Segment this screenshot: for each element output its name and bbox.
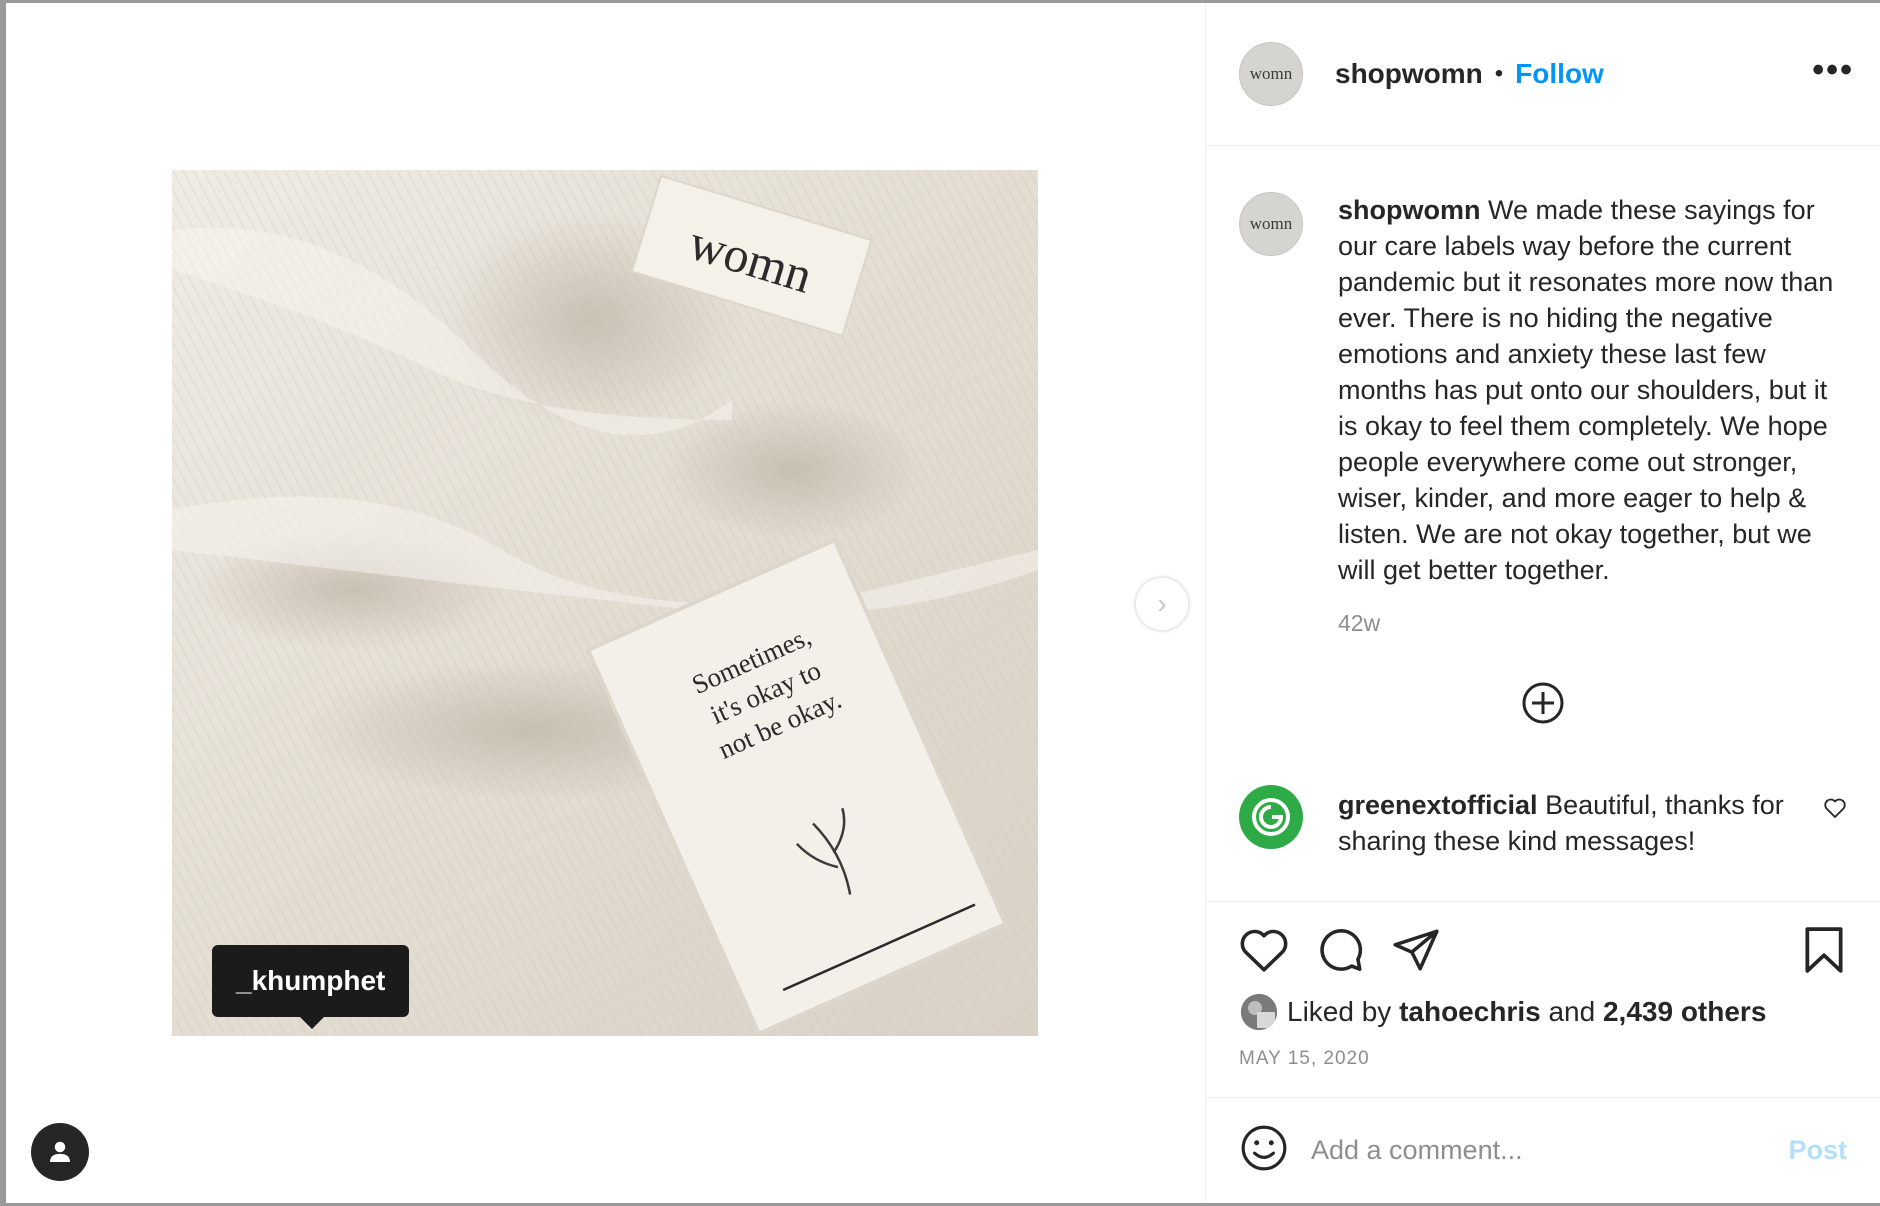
- comment-icon: [1320, 929, 1363, 971]
- comment-box: Post: [1206, 1097, 1880, 1203]
- comments-area[interactable]: womn shopwomn We made these sayings for …: [1206, 146, 1880, 901]
- post-modal: womn Sometimes, it's okay to not be okay…: [6, 3, 1880, 1203]
- more-options-icon[interactable]: •••: [1812, 53, 1854, 95]
- comment-like-button[interactable]: [1823, 797, 1847, 824]
- first-liker[interactable]: tahoechris: [1399, 996, 1541, 1028]
- user-tag-bubble[interactable]: _khumphet: [212, 945, 410, 1029]
- heart-icon: [1824, 798, 1846, 818]
- like-button[interactable]: [1239, 927, 1289, 973]
- comment-username[interactable]: greenextofficial: [1338, 790, 1538, 820]
- post-date[interactable]: MAY 15, 2020: [1239, 1048, 1847, 1070]
- caption-text: shopwomn We made these sayings for our c…: [1338, 192, 1847, 588]
- commenter-avatar[interactable]: [1239, 785, 1303, 849]
- greenext-logo-icon: [1252, 798, 1290, 836]
- plus-circle-icon: [1522, 682, 1564, 724]
- follow-button[interactable]: Follow: [1515, 58, 1604, 90]
- comment-text: greenextofficial Beautiful, thanks for s…: [1338, 787, 1818, 859]
- photo-illustration: womn Sometimes, it's okay to not be okay…: [172, 170, 1038, 1036]
- comments-clip-edge: [1206, 881, 1880, 901]
- emoji-icon: [1241, 1125, 1287, 1171]
- post-actions: Liked by tahoechris and 2,439 others MAY…: [1206, 901, 1880, 1097]
- chevron-right-icon: ›: [1157, 588, 1167, 619]
- liker-photo: [1241, 994, 1277, 1030]
- next-photo-button[interactable]: ›: [1136, 578, 1188, 630]
- bookmark-icon: [1805, 927, 1843, 973]
- caption-avatar[interactable]: womn: [1239, 192, 1303, 256]
- author-avatar[interactable]: womn: [1239, 42, 1303, 106]
- comment-input[interactable]: [1311, 1135, 1789, 1166]
- post-header: womn shopwomn • Follow •••: [1206, 3, 1880, 146]
- comment-item: greenextofficial Beautiful, thanks for s…: [1239, 785, 1847, 859]
- caption-username[interactable]: shopwomn: [1338, 195, 1481, 225]
- emoji-button[interactable]: [1239, 1123, 1289, 1178]
- share-icon: [1393, 929, 1439, 971]
- liker-avatar[interactable]: [1239, 992, 1279, 1032]
- caption-body: We made these sayings for our care label…: [1338, 195, 1834, 585]
- likes-others[interactable]: 2,439 others: [1603, 996, 1766, 1028]
- load-more-comments[interactable]: [1239, 679, 1847, 727]
- comment-button[interactable]: [1315, 925, 1365, 975]
- header-separator: •: [1494, 60, 1504, 87]
- post-photo[interactable]: womn Sometimes, it's okay to not be okay…: [172, 170, 1038, 1036]
- relative-timestamp[interactable]: 42w: [1338, 610, 1847, 637]
- heart-icon: [1240, 929, 1288, 972]
- user-tags-button[interactable]: [31, 1123, 89, 1181]
- likes-prefix: Liked by: [1287, 996, 1392, 1027]
- post-side-pane: womn shopwomn • Follow ••• womn shopwomn…: [1206, 3, 1880, 1203]
- caption-avatar-text: womn: [1249, 214, 1293, 233]
- media-pane: womn Sometimes, it's okay to not be okay…: [6, 3, 1206, 1203]
- likes-summary: Liked by tahoechris and 2,439 others: [1239, 992, 1847, 1032]
- user-tag-icon: [50, 1141, 70, 1162]
- share-button[interactable]: [1391, 925, 1441, 975]
- author-username[interactable]: shopwomn: [1335, 58, 1483, 90]
- post-comment-button[interactable]: Post: [1788, 1135, 1847, 1166]
- user-tag-label: _khumphet: [236, 965, 386, 996]
- caption-row: womn shopwomn We made these sayings for …: [1239, 192, 1847, 588]
- author-avatar-text: womn: [1249, 64, 1293, 83]
- action-icons-row: [1239, 920, 1847, 980]
- save-button[interactable]: [1801, 925, 1847, 975]
- likes-conjunction: and: [1548, 996, 1596, 1027]
